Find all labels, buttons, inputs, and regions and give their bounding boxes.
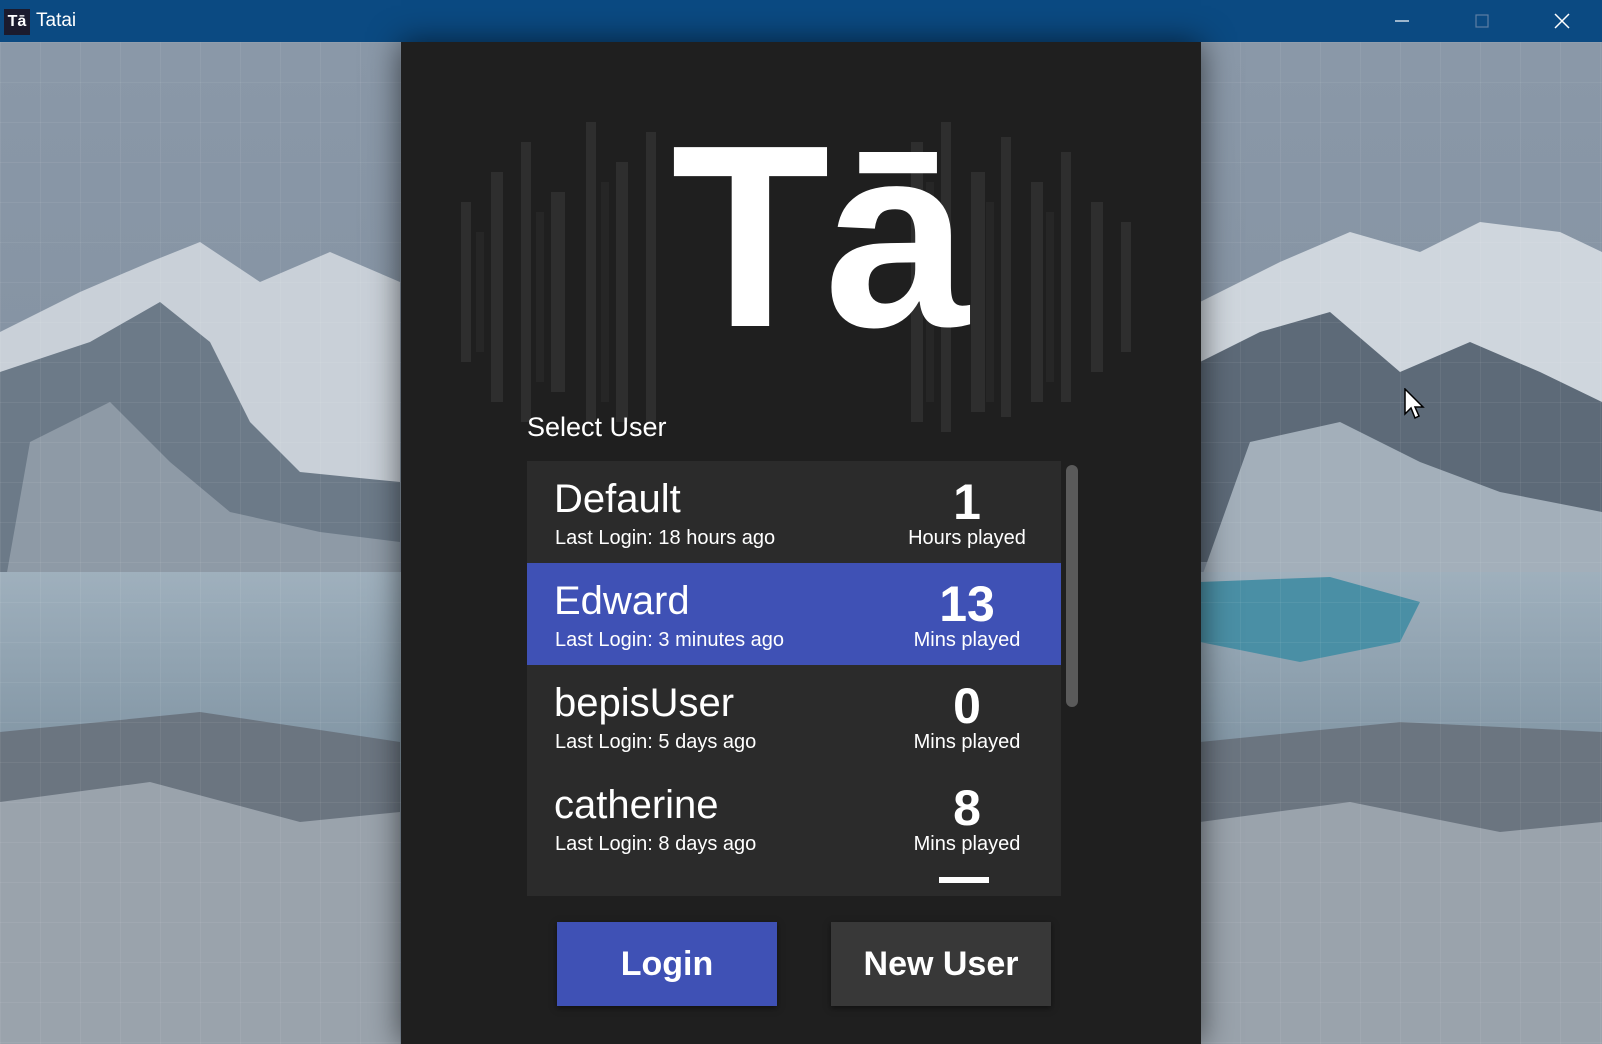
user-name: Default [554,477,681,521]
user-stat-label: Hours played [908,527,1026,549]
user-last-login: Last Login: 18 hours ago [555,527,776,549]
user-row-default[interactable]: Default Last Login: 18 hours ago 1 Hours… [527,461,1061,563]
app-logo: Tā [671,92,968,382]
maximize-button[interactable] [1442,0,1522,42]
new-user-button[interactable]: New User [831,922,1051,1006]
user-last-login: Last Login: 5 days ago [555,731,757,753]
user-row-partial[interactable] [527,869,1061,896]
user-stat-label: Mins played [913,833,1021,855]
login-button[interactable]: Login [557,922,777,1006]
user-row-catherine[interactable]: catherine Last Login: 8 days ago 8 Mins … [527,767,1061,869]
maximize-icon [1475,14,1489,28]
user-row-edward[interactable]: Edward Last Login: 3 minutes ago 13 Mins… [527,563,1061,665]
user-stat-value: 0 [953,678,981,734]
login-panel: Tā Select User Default Last Login: 18 ho… [401,42,1201,1044]
user-last-login: Last Login: 3 minutes ago [555,629,785,651]
user-stat-label: Mins played [913,629,1021,651]
minimize-icon [1395,20,1409,22]
user-name: catherine [554,783,719,827]
user-stat-value: 8 [953,780,981,836]
select-user-label: Select User [527,412,667,442]
minimize-button[interactable] [1362,0,1442,42]
user-list-scrollbar[interactable] [1066,465,1078,707]
app-icon: Tā [4,9,30,35]
close-button[interactable] [1522,0,1602,42]
user-last-login: Last Login: 8 days ago [555,833,757,855]
mouse-cursor-icon [1404,388,1425,420]
user-list[interactable]: Default Last Login: 18 hours ago 1 Hours… [527,461,1061,896]
user-name: Edward [554,579,690,623]
window-title: Tatai [36,10,77,31]
partial-stat-value [939,877,989,883]
user-stat-value: 13 [939,576,995,632]
user-name: bepisUser [554,681,735,725]
user-row-bepisuser[interactable]: bepisUser Last Login: 5 days ago 0 Mins … [527,665,1061,767]
title-bar: Tā Tatai [0,0,1602,42]
user-stat-value: 1 [953,474,981,530]
close-icon [1554,13,1570,29]
logo-area: Tā [401,82,1201,452]
user-stat-label: Mins played [913,731,1021,753]
